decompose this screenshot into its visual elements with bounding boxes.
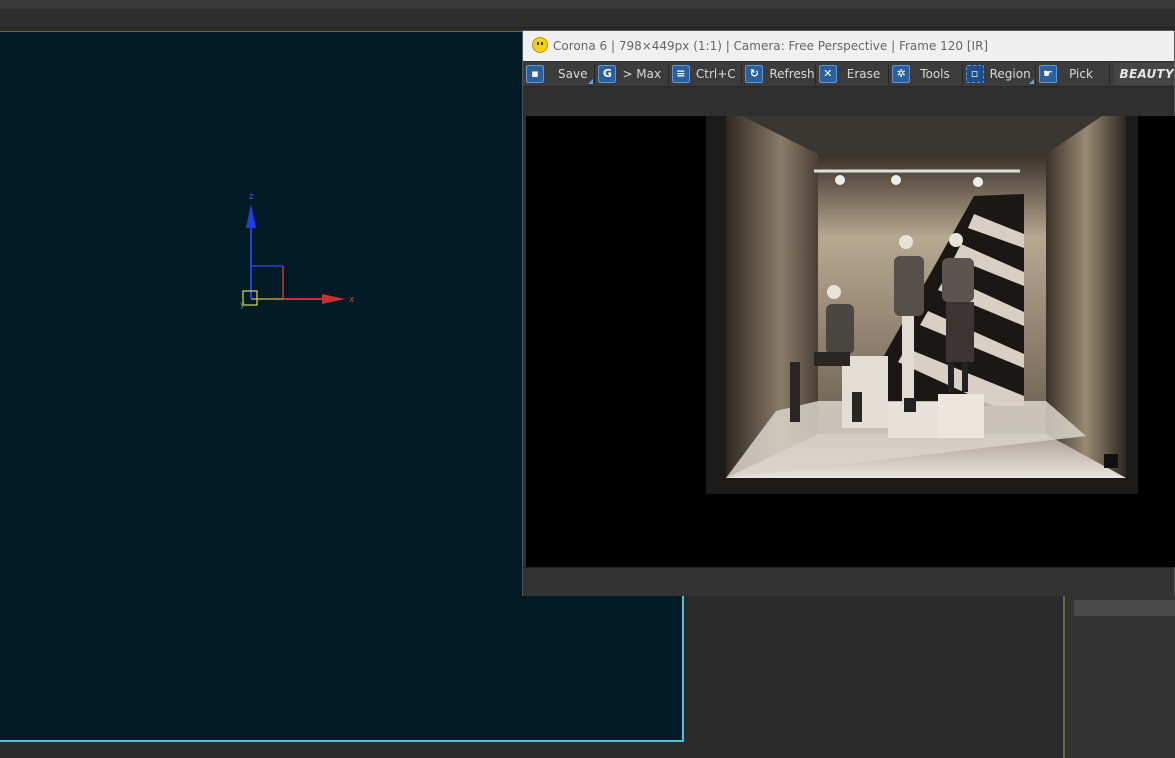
vfb-title-bar[interactable]: Corona 6 | 798×449px (1:1) | Camera: Fre…: [523, 31, 1174, 61]
save-label: Save: [558, 67, 588, 81]
erase-x-icon: ✕: [818, 65, 837, 83]
vfb-status-bar: [523, 567, 1174, 596]
region-select-icon: ▫: [965, 65, 984, 83]
render-canvas[interactable]: [526, 116, 1175, 567]
erase-label: Erase: [846, 67, 881, 81]
region-dropdown-corner-icon: [1029, 79, 1035, 84]
floppy-disk-icon: ▪: [526, 65, 544, 83]
rendered-image: [706, 116, 1138, 494]
x-axis-label: x: [349, 295, 355, 305]
erase-button[interactable]: ✕ Erase: [816, 63, 890, 85]
y-axis-label: y: [240, 300, 245, 309]
corona-vfb-window[interactable]: Corona 6 | 798×449px (1:1) | Camera: Fre…: [522, 30, 1175, 596]
panel-divider: [1063, 596, 1065, 758]
copy-label: Ctrl+C: [695, 67, 736, 81]
plinth-right: [938, 394, 984, 438]
render-element-selector[interactable]: BEAUTY: [1113, 63, 1174, 85]
tools-button[interactable]: ✲ Tools: [889, 63, 963, 85]
vfb-title-text: Corona 6 | 798×449px (1:1) | Camera: Fre…: [553, 39, 989, 53]
pick-label: Pick: [1069, 67, 1093, 81]
lower-panel: [684, 596, 1064, 758]
vfb-top-area: [523, 87, 1174, 115]
save-dropdown-corner-icon: [588, 79, 594, 84]
z-axis-label: z: [249, 192, 254, 202]
to-max-button[interactable]: G > Max: [595, 63, 669, 85]
tools-label: Tools: [920, 67, 950, 81]
command-panel: [1066, 596, 1175, 758]
pick-button[interactable]: ☛ Pick: [1036, 63, 1110, 85]
vfb-toolbar: ▪ Save G > Max ≡ Ctrl+C ↻ Refresh ✕ Eras…: [523, 62, 1174, 87]
plinth-left: [842, 356, 888, 428]
gear-icon: ✲: [892, 65, 911, 83]
clipboard-icon: ≡: [671, 65, 690, 83]
max-logo-icon: G: [598, 65, 617, 83]
z-axis-arrow: [246, 204, 256, 228]
refresh-label: Refresh: [769, 67, 815, 81]
save-button[interactable]: ▪ Save: [523, 63, 596, 85]
refresh-icon: ↻: [745, 65, 764, 83]
command-panel-field[interactable]: [1074, 600, 1175, 616]
region-button[interactable]: ▫ Region: [963, 63, 1037, 85]
max-top-strip: [0, 0, 1175, 9]
corona-smiley-icon: [532, 37, 548, 53]
region-label: Region: [989, 67, 1031, 81]
x-axis-arrow: [322, 294, 345, 304]
refresh-button[interactable]: ↻ Refresh: [742, 63, 816, 85]
to-max-label: > Max: [622, 67, 662, 81]
copy-button[interactable]: ≡ Ctrl+C: [669, 63, 743, 85]
corner-marker: [1104, 454, 1118, 468]
hand-pointer-icon: ☛: [1039, 65, 1058, 83]
